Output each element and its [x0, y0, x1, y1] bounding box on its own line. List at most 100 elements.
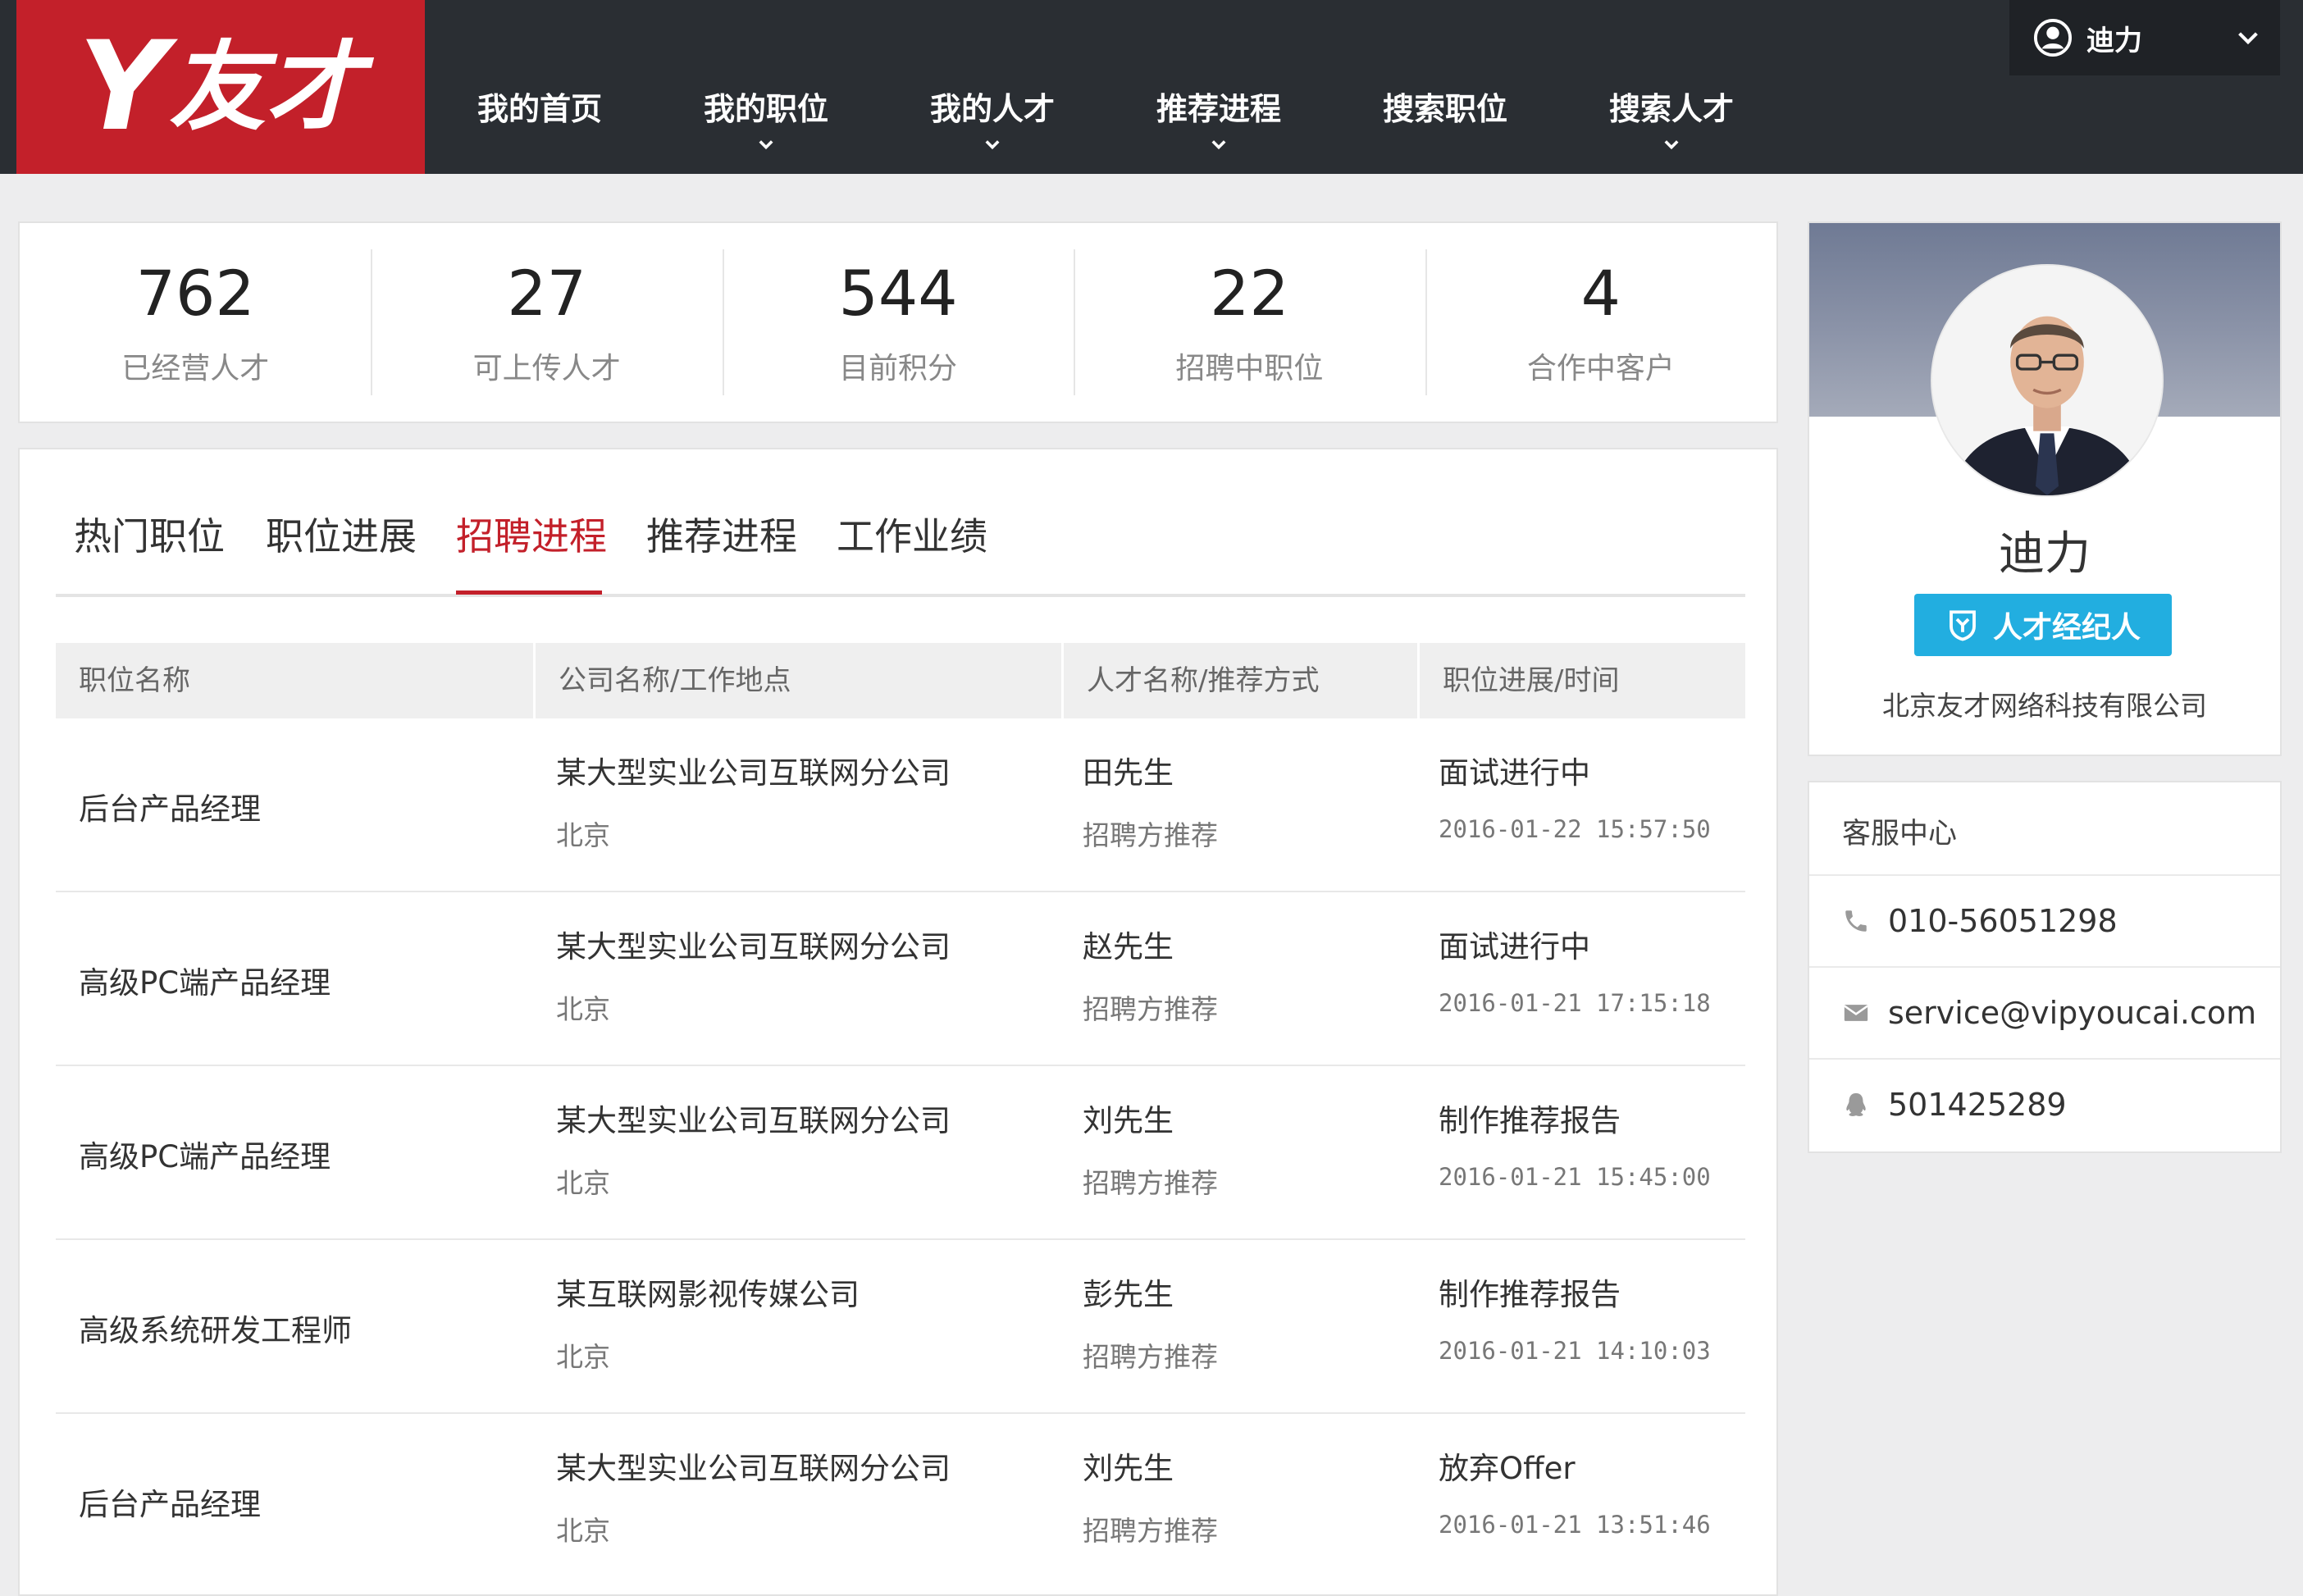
chevron-down-icon	[985, 140, 1000, 150]
nav-item-label: 我的首页	[477, 91, 602, 127]
tab-recommend-progress[interactable]: 推荐进程	[646, 507, 797, 561]
nav-item-label: 搜索职位	[1382, 91, 1507, 127]
company-name: 某大型实业公司互联网分公司	[556, 1451, 951, 1486]
stat-managed-talent[interactable]: 762 已经营人才	[20, 223, 371, 422]
column-header: 人才名称/推荐方式	[1061, 643, 1417, 718]
chevron-down-icon	[2238, 32, 2258, 45]
tab-hot-jobs[interactable]: 热门职位	[74, 507, 225, 561]
brand-logo[interactable]: Y 友才	[16, 0, 425, 174]
service-center-title: 客服中心	[1842, 818, 1958, 850]
table-row[interactable]: 高级PC端产品经理 某大型实业公司互联网分公司 北京 赵先生 招聘方推荐 面试进…	[56, 892, 1745, 1066]
service-qq[interactable]: 501425289	[1809, 1058, 2280, 1150]
stat-clients[interactable]: 4 合作中客户	[1425, 223, 1776, 422]
table-row[interactable]: 高级系统研发工程师 某互联网影视传媒公司 北京 彭先生 招聘方推荐 制作推荐报告…	[56, 1240, 1745, 1414]
nav-item-search-jobs[interactable]: 搜索职位	[1332, 0, 1558, 174]
service-qq-text: 501425289	[1888, 1087, 2067, 1123]
main-nav: 我的首页 我的职位 我的人才 推荐进程 搜索职位 搜索人才	[426, 0, 1785, 174]
company-name: 某互联网影视传媒公司	[556, 1277, 860, 1312]
service-phone[interactable]: 010-56051298	[1809, 874, 2280, 966]
stat-value: 22	[1210, 257, 1289, 330]
progress-time: 2016-01-22 15:57:50	[1439, 815, 1711, 843]
progress-status: 面试进行中	[1439, 755, 1590, 791]
candidate-name[interactable]: 刘先生	[1083, 1096, 1174, 1140]
tab-bar: 热门职位 职位进展 招聘进程 推荐进程 工作业绩	[56, 449, 1745, 597]
nav-item-my-jobs[interactable]: 我的职位	[653, 0, 879, 174]
phone-icon	[1845, 910, 1867, 932]
position-title[interactable]: 后台产品经理	[79, 1480, 261, 1524]
chevron-down-icon	[1211, 140, 1226, 150]
candidate-name[interactable]: 赵先生	[1083, 922, 1174, 966]
logo-mark: Y	[78, 16, 168, 158]
position-title[interactable]: 高级PC端产品经理	[79, 1132, 331, 1176]
candidate-name[interactable]: 刘先生	[1083, 1443, 1174, 1488]
stat-value: 4	[1580, 257, 1621, 330]
recommend-method: 招聘方推荐	[1083, 1515, 1218, 1547]
table-row[interactable]: 后台产品经理 某大型实业公司互联网分公司 北京 刘先生 招聘方推荐 放弃Offe…	[56, 1414, 1745, 1588]
talent-agent-badge[interactable]: 人才经纪人	[1914, 594, 2172, 656]
stat-uploadable-talent[interactable]: 27 可上传人才	[371, 223, 722, 422]
user-circle-icon	[2034, 19, 2072, 57]
recommend-method: 招聘方推荐	[1083, 993, 1218, 1025]
stat-label: 已经营人才	[121, 352, 270, 385]
stat-value: 27	[507, 257, 586, 330]
mail-icon	[1844, 1005, 1868, 1021]
progress-status: 放弃Offer	[1439, 1451, 1576, 1486]
nav-item-label: 推荐进程	[1156, 91, 1281, 127]
progress-status: 面试进行中	[1439, 929, 1590, 964]
position-title[interactable]: 高级PC端产品经理	[79, 958, 331, 1002]
avatar[interactable]	[1932, 266, 2162, 495]
column-header: 职位进展/时间	[1417, 643, 1745, 718]
column-header: 公司名称/工作地点	[533, 643, 1061, 718]
qq-icon	[1846, 1092, 1866, 1116]
position-title[interactable]: 后台产品经理	[79, 784, 261, 828]
stat-points[interactable]: 544 目前积分	[722, 223, 1074, 422]
stat-label: 招聘中职位	[1175, 352, 1324, 385]
table-row[interactable]: 高级PC端产品经理 某大型实业公司互联网分公司 北京 刘先生 招聘方推荐 制作推…	[56, 1066, 1745, 1240]
stat-label: 目前积分	[839, 352, 958, 385]
nav-item-search-talent[interactable]: 搜索人才	[1558, 0, 1785, 174]
recommend-method: 招聘方推荐	[1083, 1341, 1218, 1373]
top-navbar: Y 友才 我的首页 我的职位 我的人才 推荐进程 搜索职位 搜索人才 迪力	[0, 0, 2303, 174]
stat-label: 合作中客户	[1526, 352, 1675, 385]
candidate-name[interactable]: 彭先生	[1083, 1270, 1174, 1314]
nav-item-label: 我的人才	[929, 91, 1055, 127]
service-center: 客服中心 010-56051298 service@vipyoucai.com …	[1808, 781, 2282, 1153]
recommend-method: 招聘方推荐	[1083, 1167, 1218, 1199]
job-location: 北京	[556, 819, 610, 851]
stat-open-positions[interactable]: 22 招聘中职位	[1074, 223, 1425, 422]
profile-name: 迪力	[1999, 527, 2091, 581]
nav-item-recommend-progress[interactable]: 推荐进程	[1106, 0, 1332, 174]
user-menu[interactable]: 迪力	[2009, 0, 2280, 75]
tab-recruit-progress[interactable]: 招聘进程	[456, 507, 607, 561]
service-email-text: service@vipyoucai.com	[1888, 995, 2257, 1031]
tab-performance[interactable]: 工作业绩	[837, 507, 987, 561]
position-title[interactable]: 高级系统研发工程师	[79, 1306, 352, 1350]
main-panel: 热门职位 职位进展 招聘进程 推荐进程 工作业绩 职位名称 公司名称/工作地点 …	[18, 448, 1778, 1596]
profile-card: 迪力 人才经纪人 北京友才网络科技有限公司	[1808, 221, 2282, 756]
nav-item-my-talent[interactable]: 我的人才	[879, 0, 1106, 174]
nav-item-label: 我的职位	[703, 91, 828, 127]
avatar-portrait	[1932, 266, 2162, 495]
job-location: 北京	[556, 1515, 610, 1547]
table-row[interactable]: 后台产品经理 某大型实业公司互联网分公司 北京 田先生 招聘方推荐 面试进行中 …	[56, 718, 1745, 892]
job-location: 北京	[556, 1167, 610, 1199]
logo-text: 友才	[169, 30, 363, 144]
profile-company: 北京友才网络科技有限公司	[1882, 690, 2207, 722]
candidate-name[interactable]: 田先生	[1083, 748, 1174, 792]
tab-job-progress[interactable]: 职位进展	[266, 507, 417, 561]
badge-label: 人才经纪人	[1992, 611, 2141, 645]
company-name: 某大型实业公司互联网分公司	[556, 1103, 951, 1138]
stat-value: 544	[838, 257, 958, 330]
job-location: 北京	[556, 993, 610, 1025]
company-name: 某大型实业公司互联网分公司	[556, 929, 951, 964]
chevron-down-icon	[759, 140, 773, 150]
chevron-down-icon	[1664, 140, 1679, 150]
stats-bar: 762 已经营人才 27 可上传人才 544 目前积分 22 招聘中职位 4 合…	[18, 221, 1778, 423]
nav-item-home[interactable]: 我的首页	[426, 0, 653, 174]
stat-value: 762	[135, 257, 255, 330]
service-phone-text: 010-56051298	[1888, 903, 2118, 939]
progress-time: 2016-01-21 14:10:03	[1439, 1337, 1711, 1365]
nav-item-label: 搜索人才	[1608, 91, 1734, 127]
service-email[interactable]: service@vipyoucai.com	[1809, 966, 2280, 1058]
job-location: 北京	[556, 1341, 610, 1373]
